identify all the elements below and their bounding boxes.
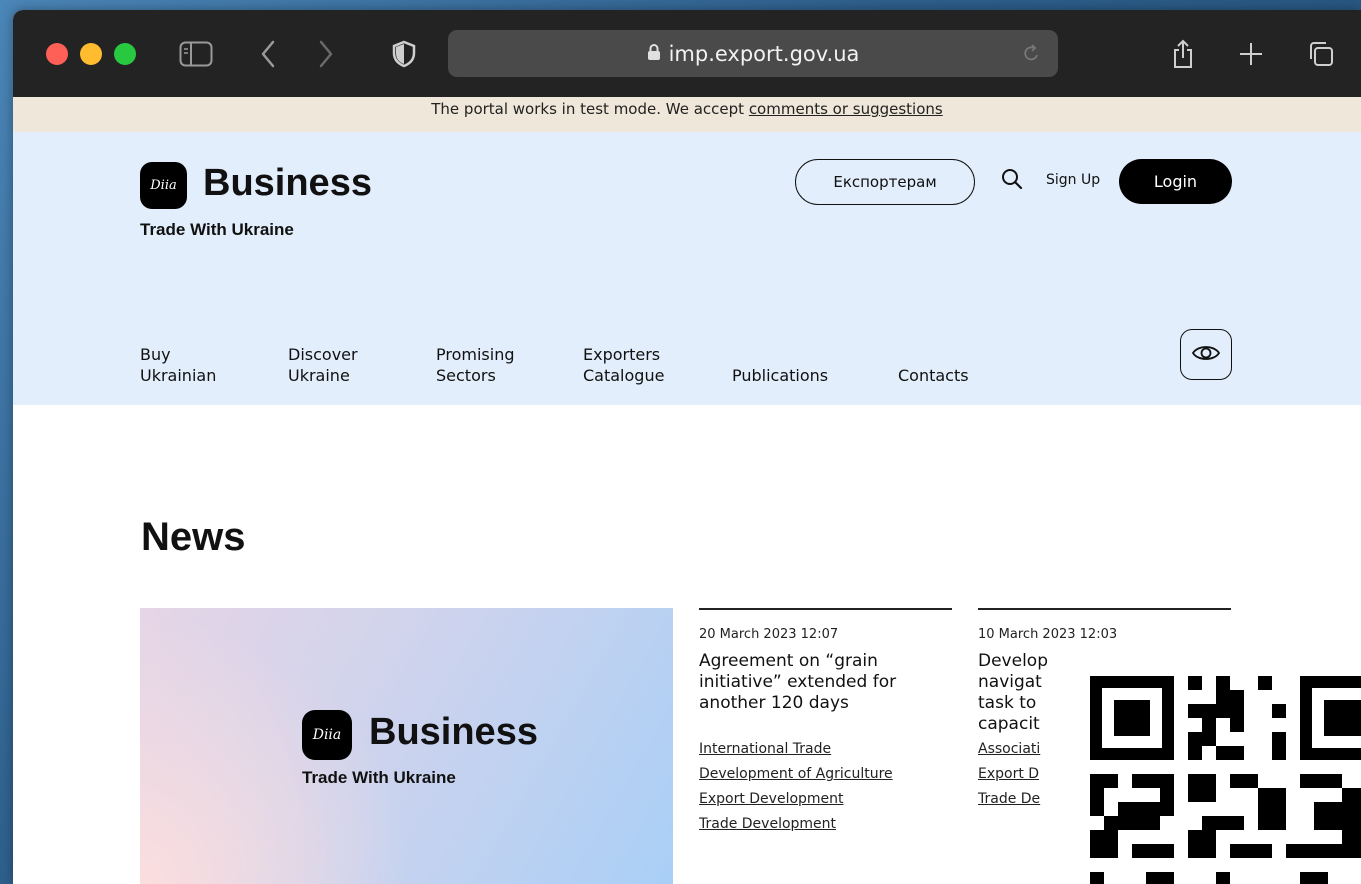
featured-news-image[interactable]: Diia Business Trade With Ukraine [140,608,673,884]
close-window-button[interactable] [46,43,68,65]
lock-icon [647,42,661,66]
news-headline[interactable]: Develop navigat task to capacit [978,651,1073,737]
news-tag-link[interactable]: Export Development [699,787,952,812]
chevron-left-icon[interactable] [250,36,286,72]
browser-window: imp.export.gov.ua The portal works in te… [13,10,1361,884]
shield-icon[interactable] [386,36,422,72]
feature-title: Business [369,711,538,753]
browser-toolbar: imp.export.gov.ua [13,10,1361,97]
news-card: 20 March 2023 12:07 Agreement on “grain … [699,608,952,837]
news-tag-link[interactable]: Associati [978,737,1073,762]
feature-diia-logo: Diia [302,710,352,760]
news-date: 10 March 2023 12:03 [978,627,1118,642]
nav-buy-ukrainian[interactable]: Buy Ukrainian [140,344,260,386]
nav-promising-sectors[interactable]: Promising Sectors [436,344,556,386]
site-header: Diia Business Trade With Ukraine Експорт… [13,132,1361,405]
tagline: Trade With Ukraine [140,220,294,239]
nav-publications[interactable]: Publications [732,365,852,386]
news-tag-link[interactable]: Trade De [978,787,1073,812]
news-tag-link[interactable]: Export D [978,762,1073,787]
qr-code-overlay [1070,660,1361,884]
url-text: imp.export.gov.ua [668,41,860,66]
chevron-right-icon[interactable] [308,36,344,72]
accessibility-button[interactable] [1180,329,1232,380]
news-tag-link[interactable]: Development of Agriculture [699,762,952,787]
nav-exporters-catalogue[interactable]: Exporters Catalogue [583,344,703,386]
news-date: 20 March 2023 12:07 [699,627,839,642]
feature-tagline: Trade With Ukraine [302,768,456,787]
plus-icon[interactable] [1233,36,1269,72]
diia-logo[interactable]: Diia [140,162,187,209]
login-button[interactable]: Login [1119,159,1232,204]
logo-text[interactable]: Business [203,162,372,205]
address-bar[interactable]: imp.export.gov.ua [448,30,1058,77]
news-headline[interactable]: Agreement on “grain initiative” extended… [699,651,952,737]
test-mode-notice: The portal works in test mode. We accept… [13,97,1361,132]
sign-up-link[interactable]: Sign Up [1046,172,1100,188]
news-tag-link[interactable]: International Trade [699,737,952,762]
sidebar-icon[interactable] [178,36,214,72]
minimize-window-button[interactable] [80,43,102,65]
tabs-icon[interactable] [1303,36,1339,72]
nav-discover-ukraine[interactable]: Discover Ukraine [288,344,408,386]
news-section-title: News [141,515,246,559]
reload-icon[interactable] [1022,42,1042,69]
eye-icon [1191,343,1221,367]
notice-text: The portal works in test mode. We accept [431,100,749,118]
share-icon[interactable] [1165,36,1201,72]
news-tag-link[interactable]: Trade Development [699,812,952,837]
nav-contacts[interactable]: Contacts [898,365,1018,386]
zoom-window-button[interactable] [114,43,136,65]
search-icon[interactable] [1001,168,1023,194]
suggestions-link[interactable]: comments or suggestions [749,100,943,118]
exporters-button[interactable]: Експортерам [795,159,975,205]
